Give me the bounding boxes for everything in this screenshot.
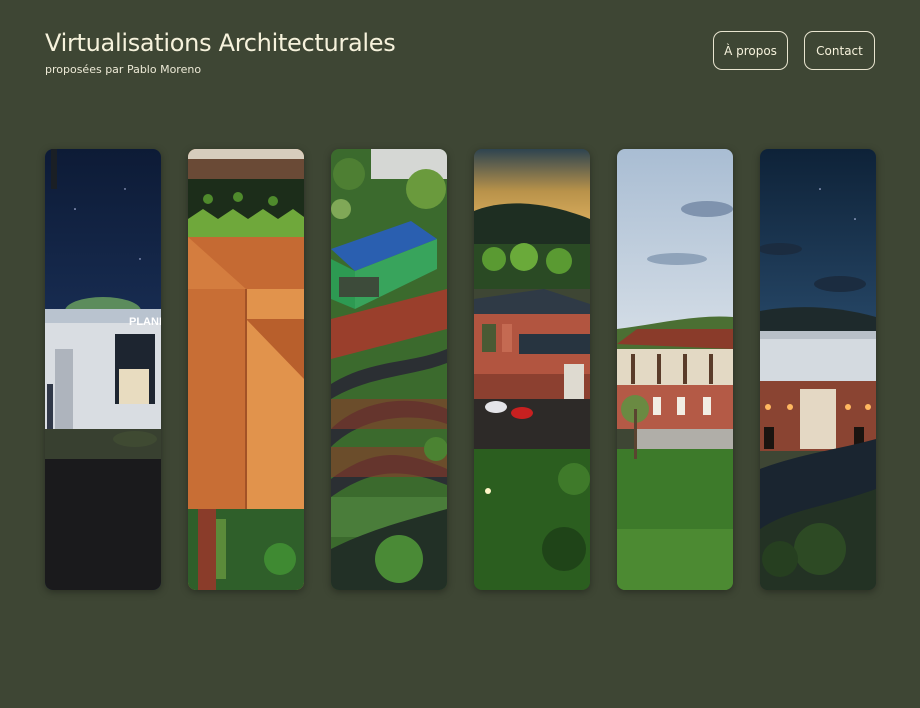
- blue-roof-road-image: [331, 149, 447, 590]
- gallery-panel-blue-roof-road[interactable]: [331, 149, 447, 590]
- gallery-panel-timbered-house-day[interactable]: [617, 149, 733, 590]
- planetarium-night-image: PLANI: [45, 149, 161, 590]
- red-building-dusk-image: [474, 149, 590, 590]
- planetarium-sign-text: PLANI: [129, 316, 161, 328]
- gallery-panel-red-building-dusk[interactable]: [474, 149, 590, 590]
- gallery-panel-lit-building-night[interactable]: [760, 149, 876, 590]
- contact-button[interactable]: Contact: [804, 31, 875, 70]
- about-button[interactable]: À propos: [713, 31, 788, 70]
- gallery-panel-planetarium-night[interactable]: PLANI: [45, 149, 161, 590]
- site-title: Virtualisations Architecturales: [45, 29, 396, 57]
- gallery-panel-tiled-roof[interactable]: [188, 149, 304, 590]
- timbered-house-day-image: [617, 149, 733, 590]
- tiled-roof-image: [188, 149, 304, 590]
- site-subtitle: proposées par Pablo Moreno: [45, 63, 202, 76]
- lit-building-night-image: [760, 149, 876, 590]
